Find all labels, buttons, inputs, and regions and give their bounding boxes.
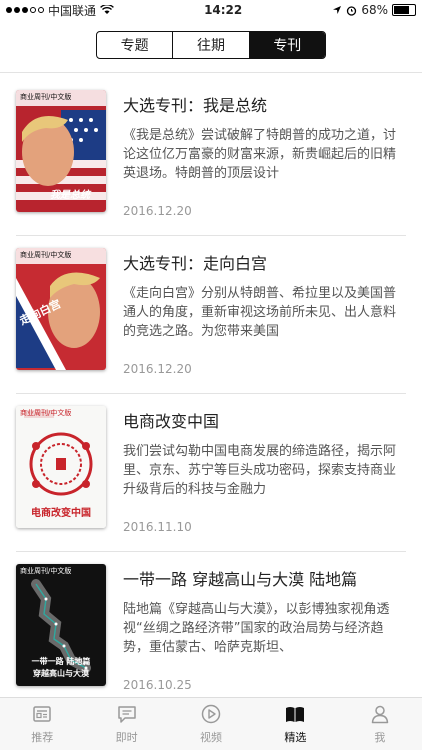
list-item[interactable]: 商业周刊/中文版 电商改变中国 电商改变中国 我们尝试勾勒中国电商发展的缔造路径… (0, 394, 422, 552)
article-title: 大选专刊：走向白宫 (123, 254, 268, 273)
article-list: 商业周刊/中文版 我是总统 大选专刊：我是总统 《我是总统》尝试破解了特朗普的成… (0, 78, 422, 710)
article-date: 2016.12.20 (123, 204, 192, 218)
battery-percent: 68% (361, 3, 388, 17)
article-date: 2016.11.10 (123, 520, 192, 534)
article-description: 陆地篇《穿越高山与大漠》，以彭博独家视角透视“丝绸之路经济带”国家的政治局势与经… (123, 602, 390, 655)
article-description: 《走向白宫》分别从特朗普、希拉里以及美国普通人的角度，重新审视这场前所未见、出人… (123, 286, 397, 339)
cover-subtitle: 穿越高山与大漠 (33, 669, 89, 678)
carrier-label: 中国联通 (48, 3, 97, 18)
cover-brand: 商业周刊/中文版 (20, 93, 72, 101)
list-item[interactable]: 商业周刊/中文版 我是总统 大选专刊：我是总统 《我是总统》尝试破解了特朗普的成… (0, 78, 422, 236)
tab-label: 我 (374, 731, 386, 744)
segment-special-issues[interactable]: 专刊 (249, 32, 325, 58)
article-title: 一带一路 穿越高山与大漠 陆地篇 (123, 570, 358, 589)
tab-label: 精选 (284, 731, 307, 744)
chat-icon (117, 706, 136, 723)
list-item[interactable]: 商业周刊/中文版 走向白宫 大选专刊：走向白宫 《走向白宫》分别从特朗普、希拉里… (0, 236, 422, 394)
tab-video[interactable]: 视频 (169, 698, 253, 750)
article-description: 我们尝试勾勒中国电商发展的缔造路径，揭示阿里、京东、苏宁等巨头成功密码，探索支持… (123, 444, 397, 497)
magazine-cover-image: 商业周刊/中文版 走向白宫 (16, 248, 106, 370)
magazine-cover-image: 商业周刊/中文版 我是总统 (16, 90, 106, 212)
tab-recommended[interactable]: 推荐 (0, 698, 84, 750)
article-date: 2016.12.20 (123, 362, 192, 376)
tab-instant[interactable]: 即时 (84, 698, 168, 750)
article-title: 电商改变中国 (123, 412, 220, 431)
book-icon (286, 707, 305, 722)
magazine-cover-image: 商业周刊/中文版 一带一路 陆地篇 穿越高山与大漠 (16, 564, 106, 686)
cover-brand: 商业周刊/中文版 (20, 251, 72, 259)
wifi-icon (100, 5, 114, 14)
article-date: 2016.10.25 (123, 678, 192, 692)
clock: 14:22 (204, 3, 243, 17)
article-description: 《我是总统》尝试破解了特朗普的成功之道，讨论这位亿万富豪的财富来源，新贵崛起后的… (123, 128, 397, 181)
tab-label: 推荐 (31, 731, 54, 744)
tab-label: 即时 (115, 731, 138, 744)
alarm-icon (347, 5, 357, 16)
article-title: 大选专刊：我是总统 (123, 96, 268, 115)
cover-brand: 商业周刊/中文版 (20, 567, 72, 575)
person-icon (371, 705, 389, 724)
segment-control: 专题 往期 专刊 (96, 31, 326, 59)
tab-label: 视频 (200, 731, 223, 744)
magazine-cover-image: 商业周刊/中文版 电商改变中国 (16, 406, 106, 528)
cover-title: 一带一路 陆地篇 (31, 657, 91, 666)
segment-past-issues[interactable]: 往期 (173, 32, 250, 58)
tab-bar: 推荐 即时 视频 精选 我 (0, 697, 422, 750)
header-divider (0, 72, 422, 73)
status-bar: 中国联通 14:22 68% (0, 0, 422, 20)
list-item[interactable]: 商业周刊/中文版 一带一路 陆地篇 穿越高山与大漠 一带一路 穿越高山与大漠 陆… (0, 552, 422, 710)
segment-topics[interactable]: 专题 (97, 32, 174, 58)
play-icon (201, 704, 221, 724)
battery-icon (391, 4, 416, 16)
tab-me[interactable]: 我 (338, 698, 422, 750)
cover-title: 我是总统 (50, 190, 90, 201)
cover-title: 电商改变中国 (31, 508, 91, 519)
news-icon (33, 706, 51, 722)
tab-featured[interactable]: 精选 (253, 698, 337, 750)
location-icon (333, 6, 342, 14)
cover-brand: 商业周刊/中文版 (20, 409, 72, 417)
signal-icon (6, 7, 44, 13)
